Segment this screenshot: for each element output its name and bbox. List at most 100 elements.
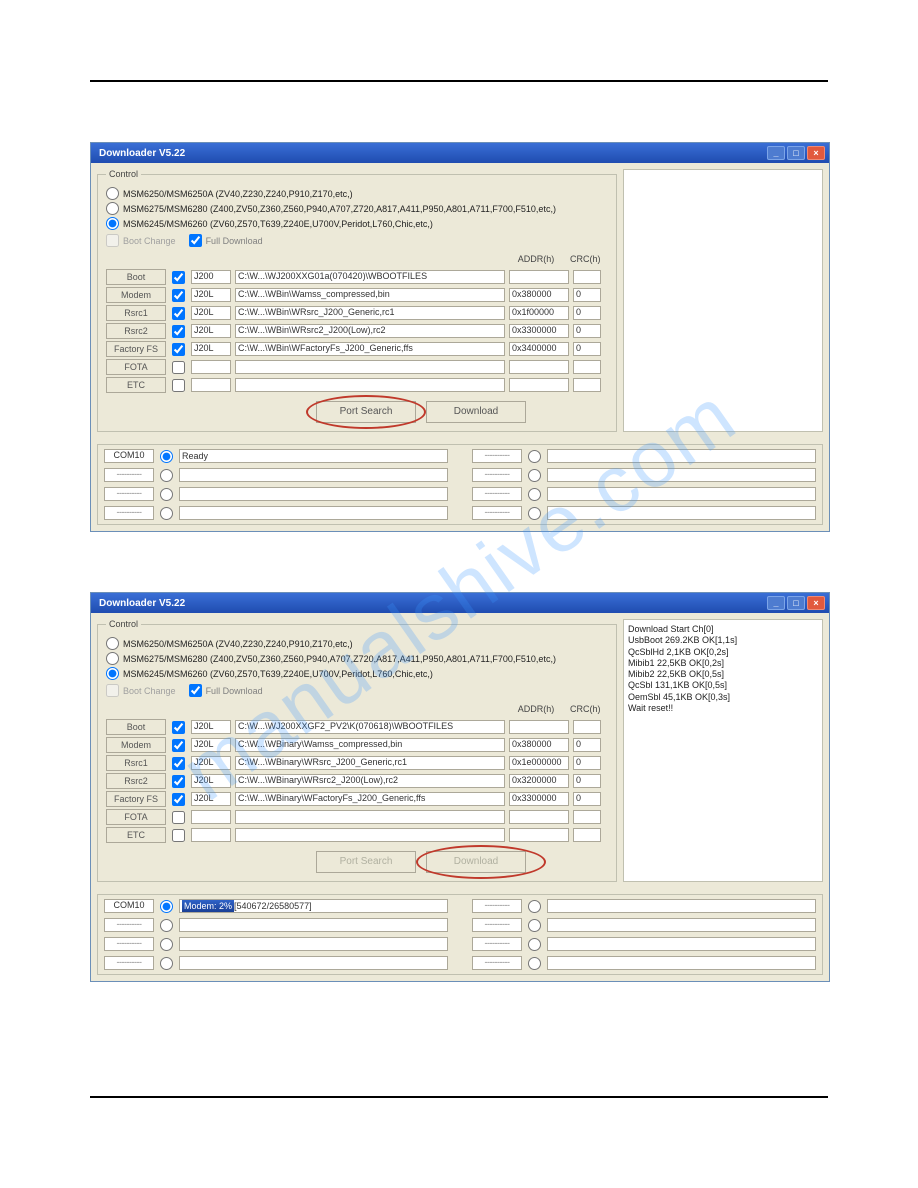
slot-crc[interactable]: 0 — [573, 738, 601, 752]
slot-addr[interactable] — [509, 828, 569, 842]
slot-path[interactable] — [235, 810, 505, 824]
slot-crc[interactable]: 0 — [573, 324, 601, 338]
slot-crc[interactable] — [573, 810, 601, 824]
slot-checkbox[interactable] — [172, 325, 185, 338]
slot-button[interactable]: ETC — [106, 827, 166, 843]
slot-button[interactable]: Rsrc2 — [106, 323, 166, 339]
slot-button[interactable]: FOTA — [106, 809, 166, 825]
slot-button[interactable]: Boot — [106, 269, 166, 285]
slot-path[interactable] — [235, 360, 505, 374]
slot-checkbox[interactable] — [172, 343, 185, 356]
port-radio[interactable] — [160, 938, 173, 951]
titlebar[interactable]: Downloader V5.22 _ □ × — [91, 593, 829, 613]
slot-model[interactable] — [191, 360, 231, 374]
slot-button[interactable]: Rsrc1 — [106, 305, 166, 321]
slot-path[interactable]: C:\W...\WBin\WFactoryFs_J200_Generic,ffs — [235, 342, 505, 356]
radio-msm6245-input[interactable] — [106, 217, 119, 230]
slot-crc[interactable]: 0 — [573, 288, 601, 302]
slot-button[interactable]: FOTA — [106, 359, 166, 375]
radio-msm6250-input[interactable] — [106, 637, 119, 650]
radio-msm6275[interactable]: MSM6275/MSM6280 (Z400,ZV50,Z360,Z560,P94… — [106, 652, 608, 665]
slot-checkbox[interactable] — [172, 379, 185, 392]
slot-model[interactable]: J20L — [191, 792, 231, 806]
slot-crc[interactable] — [573, 828, 601, 842]
slot-crc[interactable] — [573, 270, 601, 284]
radio-msm6250[interactable]: MSM6250/MSM6250A (ZV40,Z230,Z240,P910,Z1… — [106, 187, 608, 200]
slot-model[interactable] — [191, 810, 231, 824]
slot-crc[interactable]: 0 — [573, 342, 601, 356]
titlebar[interactable]: Downloader V5.22 _ □ × — [91, 143, 829, 163]
port-radio[interactable] — [528, 957, 541, 970]
slot-crc[interactable] — [573, 720, 601, 734]
slot-checkbox[interactable] — [172, 829, 185, 842]
slot-checkbox[interactable] — [172, 757, 185, 770]
slot-model[interactable]: J200 — [191, 270, 231, 284]
radio-msm6275-input[interactable] — [106, 202, 119, 215]
port-radio[interactable] — [160, 900, 173, 913]
port-radio[interactable] — [528, 469, 541, 482]
port-search-button[interactable]: Port Search — [316, 401, 416, 423]
slot-path[interactable]: C:\W...\WJ200XXG01a(070420)\WBOOTFILES — [235, 270, 505, 284]
close-button[interactable]: × — [807, 146, 825, 160]
port-radio[interactable] — [528, 938, 541, 951]
slot-addr[interactable]: 0x3200000 — [509, 774, 569, 788]
radio-msm6245[interactable]: MSM6245/MSM6260 (ZV60,Z570,T639,Z240E,U7… — [106, 667, 608, 680]
slot-path[interactable]: C:\W...\WBinary\WRsrc_J200_Generic,rc1 — [235, 756, 505, 770]
port-radio[interactable] — [160, 957, 173, 970]
slot-path[interactable]: C:\W...\WBin\WRsrc2_J200(Low),rc2 — [235, 324, 505, 338]
port-radio[interactable] — [528, 900, 541, 913]
slot-addr[interactable]: 0x3400000 — [509, 342, 569, 356]
radio-msm6275-input[interactable] — [106, 652, 119, 665]
slot-path[interactable]: C:\W...\WBin\Wamss_compressed,bin — [235, 288, 505, 302]
slot-checkbox[interactable] — [172, 307, 185, 320]
maximize-button[interactable]: □ — [787, 596, 805, 610]
slot-checkbox[interactable] — [172, 739, 185, 752]
port-radio[interactable] — [160, 507, 173, 520]
slot-button[interactable]: Modem — [106, 287, 166, 303]
slot-checkbox[interactable] — [172, 793, 185, 806]
slot-path[interactable] — [235, 828, 505, 842]
slot-crc[interactable] — [573, 360, 601, 374]
full-download-checkbox[interactable] — [189, 234, 202, 247]
slot-path[interactable]: C:\W...\WBinary\WRsrc2_J200(Low),rc2 — [235, 774, 505, 788]
port-radio[interactable] — [528, 488, 541, 501]
radio-msm6250-input[interactable] — [106, 187, 119, 200]
radio-msm6245[interactable]: MSM6245/MSM6260 (ZV60,Z570,T639,Z240E,U7… — [106, 217, 608, 230]
slot-addr[interactable] — [509, 810, 569, 824]
port-radio[interactable] — [528, 919, 541, 932]
slot-path[interactable]: C:\W...\WBin\WRsrc_J200_Generic,rc1 — [235, 306, 505, 320]
slot-button[interactable]: Boot — [106, 719, 166, 735]
radio-msm6250[interactable]: MSM6250/MSM6250A (ZV40,Z230,Z240,P910,Z1… — [106, 637, 608, 650]
slot-path[interactable]: C:\W...\WBinary\Wamss_compressed,bin — [235, 738, 505, 752]
slot-model[interactable]: J20L — [191, 342, 231, 356]
slot-path[interactable]: C:\W...\WJ200XXGF2_PV2\K(070618)\WBOOTFI… — [235, 720, 505, 734]
slot-addr[interactable] — [509, 270, 569, 284]
slot-addr[interactable]: 0x3300000 — [509, 324, 569, 338]
slot-model[interactable]: J20L — [191, 774, 231, 788]
radio-msm6275[interactable]: MSM6275/MSM6280 (Z400,ZV50,Z360,Z560,P94… — [106, 202, 608, 215]
slot-checkbox[interactable] — [172, 361, 185, 374]
slot-model[interactable]: J20L — [191, 756, 231, 770]
slot-addr[interactable] — [509, 378, 569, 392]
slot-addr[interactable]: 0x3300000 — [509, 792, 569, 806]
maximize-button[interactable]: □ — [787, 146, 805, 160]
slot-model[interactable]: J20L — [191, 738, 231, 752]
slot-checkbox[interactable] — [172, 271, 185, 284]
slot-model[interactable]: J20L — [191, 720, 231, 734]
minimize-button[interactable]: _ — [767, 146, 785, 160]
slot-model[interactable]: J20L — [191, 324, 231, 338]
slot-crc[interactable]: 0 — [573, 774, 601, 788]
radio-msm6245-input[interactable] — [106, 667, 119, 680]
slot-path[interactable] — [235, 378, 505, 392]
slot-button[interactable]: ETC — [106, 377, 166, 393]
minimize-button[interactable]: _ — [767, 596, 785, 610]
slot-addr[interactable] — [509, 720, 569, 734]
slot-button[interactable]: Factory FS — [106, 341, 166, 357]
slot-crc[interactable]: 0 — [573, 756, 601, 770]
slot-addr[interactable]: 0x1f00000 — [509, 306, 569, 320]
slot-model[interactable] — [191, 378, 231, 392]
slot-checkbox[interactable] — [172, 289, 185, 302]
port-radio[interactable] — [160, 469, 173, 482]
port-radio[interactable] — [160, 488, 173, 501]
port-radio[interactable] — [528, 450, 541, 463]
